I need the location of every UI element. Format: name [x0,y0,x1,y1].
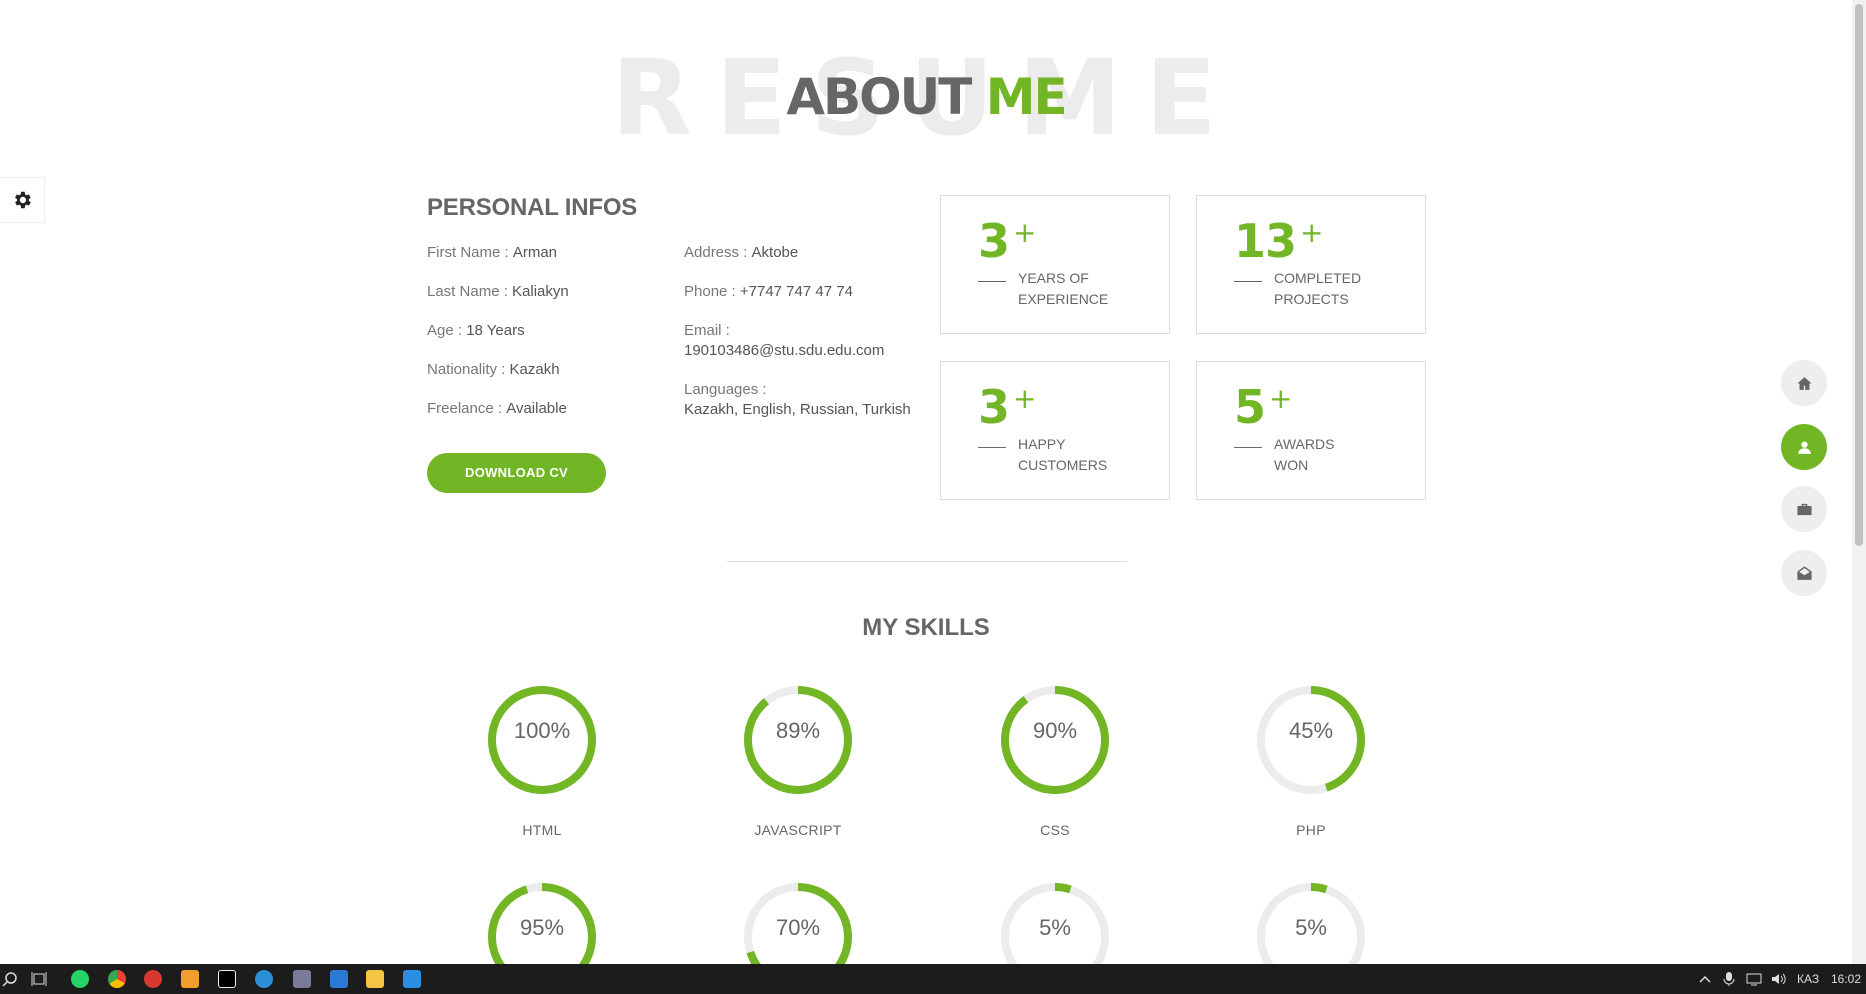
skill-item: 90% CSS [995,680,1115,838]
info-phone: Phone : +7747 747 47 74 [684,283,853,300]
stat-number: 3 + [978,380,1037,434]
title-main: ABOUT [786,68,972,126]
scrollbar-thumb[interactable] [1855,4,1863,546]
nav-portfolio-button[interactable] [1781,486,1827,532]
page-title: ABOUT ME [0,62,1852,132]
skill-name: PHP [1296,822,1326,838]
title-accent: ME [985,68,1068,126]
skill-percent: 70% [775,915,821,940]
stat-number: 5 + [1234,380,1293,434]
page-scrollbar[interactable] [1852,0,1866,964]
vscode-icon[interactable] [403,970,421,988]
stat-box-awards: 5 + AWARDS WON [1196,361,1426,500]
stat-label: YEARS OF EXPERIENCE [1018,270,1109,307]
home-icon [1796,376,1812,390]
stat-box-projects: 13 + COMPLETED PROJECTS [1196,195,1426,334]
stat-number: 13 + [1234,214,1324,268]
skill-name: CSS [1040,822,1070,838]
stat-box-customers: 3 + HAPPY CUSTOMERS [940,361,1170,500]
settings-button[interactable] [0,177,45,223]
section-divider [727,561,1127,562]
volume-icon[interactable] [1771,972,1787,986]
skill-percent: 90% [1032,718,1078,743]
info-first-name: First Name : Arman [427,244,558,261]
skill-percent: 95% [519,915,565,940]
task-view-icon[interactable] [31,971,47,987]
personal-info-column-2: Address : Aktobe Phone : +7747 747 47 74… [684,243,924,439]
skill-name: HTML [522,822,562,838]
info-age: Age : 18 Years [427,322,525,339]
paint-icon[interactable] [293,970,311,988]
briefcase-icon [1796,503,1812,515]
network-icon[interactable] [1746,972,1764,986]
info-email: Email : 190103486@stu.sdu.edu.com [684,322,885,359]
edge-icon[interactable] [255,970,273,988]
skill-percent: 89% [775,718,821,743]
stat-line [1234,447,1262,448]
stat-label: AWARDS WON [1274,436,1335,473]
stat-number: 3 + [978,214,1037,268]
stat-line [978,447,1006,448]
file-explorer-icon[interactable] [366,970,384,988]
stat-label: COMPLETED PROJECTS [1274,270,1362,307]
skill-item: 100% HTML [482,680,602,838]
intellij-icon[interactable] [218,970,236,988]
skill-percent: 5% [1295,915,1327,940]
microphone-icon[interactable] [1723,971,1735,987]
gear-icon [15,191,31,209]
skill-percent: 5% [1039,915,1071,940]
whatsapp-icon[interactable] [71,970,89,988]
store-icon[interactable] [330,970,348,988]
yandex-browser-icon[interactable] [144,970,162,988]
nav-home-button[interactable] [1781,360,1827,406]
nav-contact-button[interactable] [1781,550,1827,596]
skill-item: 89% JAVASCRIPT [738,680,858,838]
info-nationality: Nationality : Kazakh [427,361,560,378]
stat-line [1234,281,1262,282]
personal-info-column-1: First Name : Arman Last Name : Kaliakyn … [427,243,667,438]
stat-line [978,281,1006,282]
download-cv-button[interactable]: DOWNLOAD CV [427,453,606,493]
info-freelance: Freelance : Available [427,400,567,417]
skills-title: MY SKILLS [862,614,990,641]
windows-taskbar: КАЗ 16:02 [0,964,1866,994]
search-icon[interactable] [2,971,18,987]
skill-name: JAVASCRIPT [754,822,842,838]
sublime-text-icon[interactable] [181,970,199,988]
skill-percent: 45% [1288,718,1334,743]
skill-item: 45% PHP [1251,680,1371,838]
envelope-open-icon [1796,565,1812,580]
info-address: Address : Aktobe [684,244,799,261]
user-icon [1797,440,1811,454]
chevron-up-icon[interactable] [1699,974,1711,984]
chrome-icon[interactable] [108,970,126,988]
info-languages: Languages : Kazakh, English, Russian, Tu… [684,381,911,418]
personal-infos-title: PERSONAL INFOS [427,194,638,221]
language-indicator[interactable]: КАЗ [1797,964,1819,994]
stat-label: HAPPY CUSTOMERS [1018,436,1108,473]
info-last-name: Last Name : Kaliakyn [427,283,569,300]
nav-about-button[interactable] [1781,424,1827,470]
stat-box-experience: 3 + YEARS OF EXPERIENCE [940,195,1170,334]
skill-percent: 100% [513,718,571,743]
clock[interactable]: 16:02 [1831,964,1861,994]
section-header: RESUME ABOUT ME [0,40,1852,150]
